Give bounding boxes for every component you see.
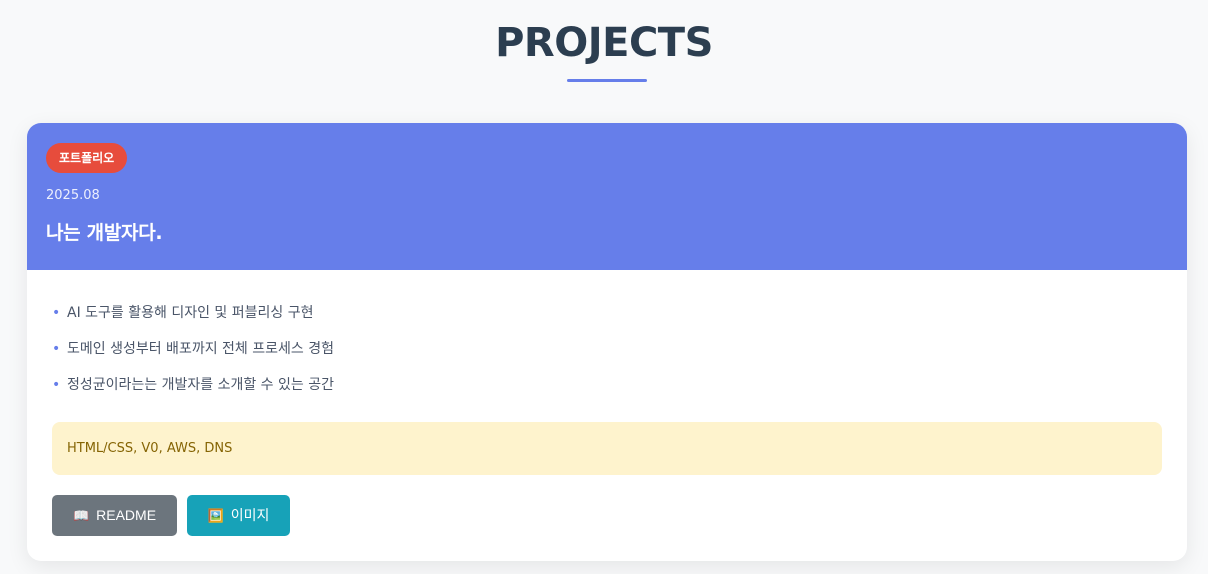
- tech-stack-box: HTML/CSS, V0, AWS, DNS: [52, 422, 1162, 475]
- readme-button[interactable]: 📖 README: [52, 495, 177, 536]
- bullet-icon: •: [52, 305, 61, 321]
- bullet-icon: •: [52, 341, 61, 357]
- readme-button-label: README: [96, 507, 157, 523]
- image-button-label: 이미지: [230, 507, 270, 523]
- list-item: • AI 도구를 활용해 디자인 및 퍼블리싱 구현: [52, 301, 334, 337]
- category-badge: 포트폴리오: [46, 143, 128, 173]
- project-card-header: 포트폴리오 2025.08 나는 개발자다.: [27, 123, 1187, 270]
- book-icon: 📖: [72, 508, 90, 523]
- bullet-icon: •: [52, 377, 61, 393]
- projects-page: PROJECTS 포트폴리오 2025.08 나는 개발자다. • AI 도구를…: [0, 0, 1208, 574]
- section-title: PROJECTS: [495, 20, 713, 66]
- project-title: 나는 개발자다.: [46, 222, 163, 244]
- feature-text: AI 도구를 활용해 디자인 및 퍼블리싱 구현: [67, 305, 314, 321]
- feature-text: 정성균이라는는 개발자를 소개할 수 있는 공간: [67, 377, 334, 393]
- project-card: 포트폴리오 2025.08 나는 개발자다. • AI 도구를 활용해 디자인 …: [27, 123, 1187, 561]
- picture-icon: 🖼️: [207, 508, 224, 523]
- list-item: • 정성균이라는는 개발자를 소개할 수 있는 공간: [52, 373, 334, 409]
- title-underline: [567, 79, 647, 82]
- list-item: • 도메인 생성부터 배포까지 전체 프로세스 경험: [52, 337, 334, 373]
- feature-text: 도메인 생성부터 배포까지 전체 프로세스 경험: [67, 341, 334, 357]
- image-button[interactable]: 🖼️ 이미지: [187, 495, 290, 536]
- project-date: 2025.08: [46, 188, 100, 203]
- project-features-list: • AI 도구를 활용해 디자인 및 퍼블리싱 구현 • 도메인 생성부터 배포…: [52, 301, 334, 409]
